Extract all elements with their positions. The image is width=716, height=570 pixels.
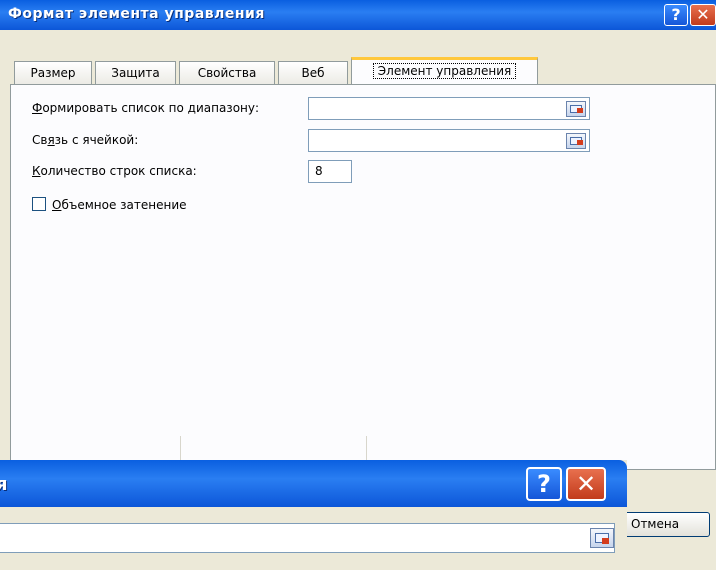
tab-label: Размер <box>30 66 76 80</box>
tab-label: Свойства <box>197 66 257 80</box>
help-button[interactable]: ? <box>664 4 688 26</box>
tab-properties[interactable]: Свойства <box>179 61 275 84</box>
tab-web[interactable]: Веб <box>278 61 348 84</box>
input-range-field[interactable] <box>308 97 590 120</box>
3d-shading-label[interactable]: Объемное затенение <box>52 198 187 212</box>
cell-link-label: Связь с ячейкой: <box>32 133 139 147</box>
second-title-bar[interactable]: я ? ✕ <box>0 460 627 507</box>
tab-size[interactable]: Размер <box>14 61 92 84</box>
second-help-button[interactable]: ? <box>526 467 562 501</box>
expand-dialog-button[interactable] <box>590 528 614 548</box>
collapse-dialog-button[interactable] <box>566 133 586 149</box>
format-control-dialog: Формат элемента управления ? ✕ Размер За… <box>0 0 716 470</box>
input-range-label: Формировать список по диапазону: <box>32 101 260 115</box>
tab-label: Веб <box>301 66 325 80</box>
cell-link-field[interactable] <box>308 129 590 152</box>
tab-label: Защита <box>111 66 160 80</box>
dialog-title: Формат элемента управления <box>8 6 265 22</box>
collapse-dialog-button[interactable] <box>566 101 586 117</box>
tab-control[interactable]: Элемент управления <box>351 57 538 85</box>
cancel-button[interactable]: Отмена <box>624 512 710 537</box>
second-close-button[interactable]: ✕ <box>566 467 606 501</box>
close-button[interactable]: ✕ <box>690 4 716 26</box>
title-bar[interactable]: Формат элемента управления ? ✕ <box>0 0 716 30</box>
second-input-field[interactable] <box>0 523 615 553</box>
second-dialog: я ? ✕ <box>0 460 627 570</box>
tab-label: Элемент управления <box>372 63 517 79</box>
second-dialog-title: я <box>0 474 8 495</box>
tab-protection[interactable]: Защита <box>95 61 176 84</box>
dropdown-lines-field[interactable]: 8 <box>308 160 352 183</box>
3d-shading-checkbox[interactable] <box>32 197 46 211</box>
dropdown-lines-label: Количество строк списка: <box>32 164 197 178</box>
